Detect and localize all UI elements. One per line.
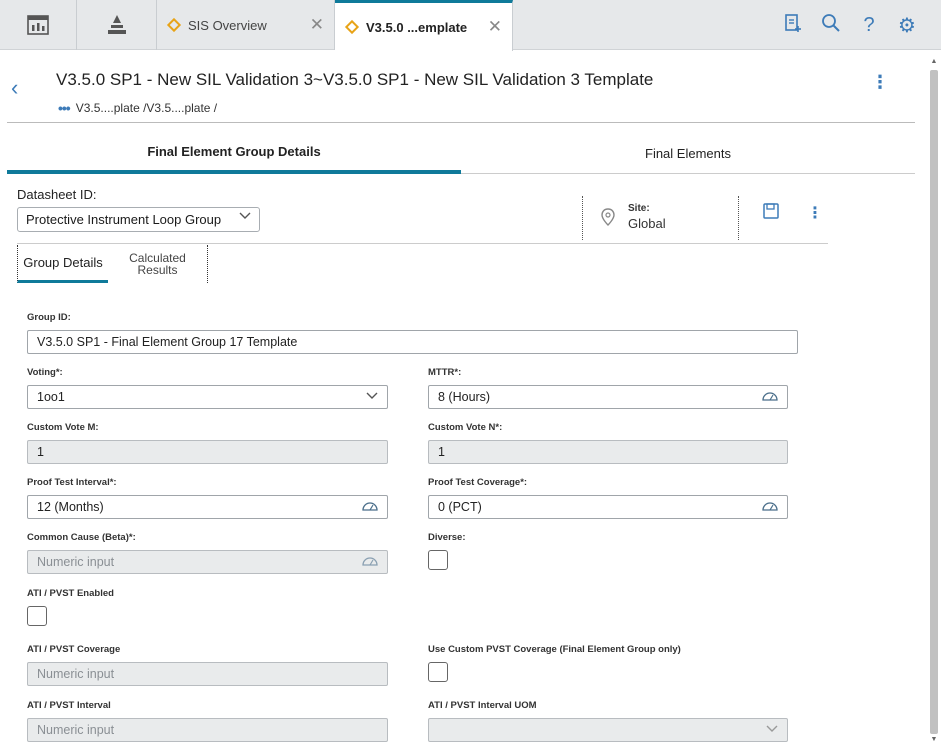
kebab-menu-icon[interactable]: ⋮: [807, 203, 823, 223]
diverse-label: Diverse:: [428, 532, 466, 543]
close-icon[interactable]: ✕: [488, 17, 502, 37]
diverse-checkbox[interactable]: [428, 550, 448, 570]
save-icon[interactable]: [763, 203, 779, 224]
gauge-icon[interactable]: [762, 501, 778, 514]
ati-pvst-interval-uom-select[interactable]: [428, 718, 788, 742]
group-id-field[interactable]: V3.5.0 SP1 - Final Element Group 17 Temp…: [27, 330, 798, 354]
common-cause-field[interactable]: Numeric input: [27, 550, 388, 574]
tab-calculated-results[interactable]: Calculated Results: [108, 245, 208, 283]
proof-test-interval-label: Proof Test Interval*:: [27, 477, 117, 488]
top-bar: SIS Overview ✕ V3.5.0 ...emplate ✕ ? ⚙: [0, 0, 941, 51]
custom-vote-n-value: 1: [438, 445, 445, 459]
settings-icon[interactable]: ⚙: [897, 13, 917, 38]
proof-test-coverage-value: 0 (PCT): [438, 500, 482, 514]
tab-final-elements[interactable]: Final Elements: [461, 132, 915, 174]
tab-group-details[interactable]: Group Details: [17, 245, 108, 283]
ati-pvst-interval-uom-label: ATI / PVST Interval UOM: [428, 700, 537, 711]
ati-pvst-interval-label: ATI / PVST Interval: [27, 700, 111, 711]
breadcrumb: ••• V3.5....plate /V3.5....plate /: [58, 100, 217, 116]
vertical-scrollbar[interactable]: ▲ ▼: [929, 58, 939, 748]
voting-label: Voting*:: [27, 367, 63, 378]
chevron-down-icon: [366, 391, 378, 403]
diamond-icon: [166, 17, 182, 33]
site-info: Site: Global: [582, 196, 739, 240]
page-header: ‹ V3.5.0 SP1 - New SIL Validation 3~V3.5…: [0, 50, 941, 123]
hierarchy-icon: [107, 15, 126, 34]
custom-vote-m-field[interactable]: 1: [27, 440, 388, 464]
close-icon[interactable]: ✕: [310, 15, 324, 35]
scroll-thumb[interactable]: [930, 70, 938, 734]
custom-vote-n-label: Custom Vote N*:: [428, 422, 503, 433]
breadcrumb-text[interactable]: V3.5....plate /V3.5....plate /: [76, 101, 217, 115]
gauge-icon[interactable]: [362, 501, 378, 514]
main-tabs: Final Element Group Details Final Elemen…: [7, 132, 915, 174]
dashboard-icon: [27, 15, 49, 35]
ati-pvst-interval-placeholder: Numeric input: [37, 723, 115, 737]
ati-pvst-coverage-placeholder: Numeric input: [37, 667, 115, 681]
ati-pvst-coverage-field[interactable]: Numeric input: [27, 662, 388, 686]
divider: [17, 243, 828, 244]
location-pin-icon: [601, 208, 615, 231]
voting-value: 1oo1: [37, 390, 65, 404]
search-icon[interactable]: [821, 13, 841, 38]
group-id-label: Group ID:: [27, 312, 71, 323]
ati-pvst-enabled-label: ATI / PVST Enabled: [27, 588, 114, 599]
tab-sis-overview[interactable]: SIS Overview ✕: [157, 0, 335, 50]
queue-icon[interactable]: [783, 13, 803, 38]
tab-label: SIS Overview: [188, 17, 267, 33]
more-horizontal-icon[interactable]: •••: [58, 100, 71, 116]
chevron-down-icon: [239, 212, 251, 227]
scroll-up-icon[interactable]: ▲: [929, 58, 939, 70]
proof-test-coverage-field[interactable]: 0 (PCT): [428, 495, 788, 519]
ati-pvst-enabled-checkbox[interactable]: [27, 606, 47, 626]
kebab-menu-icon[interactable]: ⋮: [871, 72, 889, 93]
common-cause-label: Common Cause (Beta)*:: [27, 532, 136, 543]
custom-vote-n-field[interactable]: 1: [428, 440, 788, 464]
mttr-label: MTTR*:: [428, 367, 462, 378]
chevron-down-icon: [766, 724, 778, 736]
voting-select[interactable]: 1oo1: [27, 385, 388, 409]
custom-vote-m-value: 1: [37, 445, 44, 459]
page-title: V3.5.0 SP1 - New SIL Validation 3~V3.5.0…: [56, 70, 654, 89]
datasheet-select[interactable]: Protective Instrument Loop Group: [17, 207, 260, 232]
gauge-icon[interactable]: [362, 556, 378, 569]
site-label: Site:: [628, 203, 650, 214]
tab-final-element-group-details[interactable]: Final Element Group Details: [7, 132, 461, 174]
toolbar-icons: ? ⚙: [783, 0, 917, 50]
group-id-value: V3.5.0 SP1 - Final Element Group 17 Temp…: [37, 335, 298, 349]
datasheet-label: Datasheet ID:: [17, 187, 97, 202]
diamond-icon: [344, 19, 360, 35]
proof-test-coverage-label: Proof Test Coverage*:: [428, 477, 528, 488]
back-arrow-icon[interactable]: ‹: [11, 75, 18, 101]
use-custom-pvst-label: Use Custom PVST Coverage (Final Element …: [428, 644, 681, 655]
proof-test-interval-field[interactable]: 12 (Months): [27, 495, 388, 519]
mttr-value: 8 (Hours): [438, 390, 491, 404]
ati-pvst-interval-field[interactable]: Numeric input: [27, 718, 388, 742]
use-custom-pvst-checkbox[interactable]: [428, 662, 448, 682]
help-icon[interactable]: ?: [859, 14, 879, 37]
tab-label: V3.5.0 ...emplate: [366, 19, 468, 35]
tab-template[interactable]: V3.5.0 ...emplate ✕: [335, 0, 513, 51]
datasheet-value: Protective Instrument Loop Group: [26, 212, 222, 227]
gauge-icon[interactable]: [762, 391, 778, 404]
scroll-down-icon[interactable]: ▼: [929, 736, 939, 748]
hierarchy-button[interactable]: [77, 0, 157, 50]
ati-pvst-coverage-label: ATI / PVST Coverage: [27, 644, 121, 655]
common-cause-placeholder: Numeric input: [37, 555, 115, 569]
site-value: Global: [628, 216, 666, 231]
proof-test-interval-value: 12 (Months): [37, 500, 104, 514]
dashboard-button[interactable]: [0, 0, 77, 50]
mttr-field[interactable]: 8 (Hours): [428, 385, 788, 409]
custom-vote-m-label: Custom Vote M:: [27, 422, 99, 433]
divider: [7, 122, 915, 123]
